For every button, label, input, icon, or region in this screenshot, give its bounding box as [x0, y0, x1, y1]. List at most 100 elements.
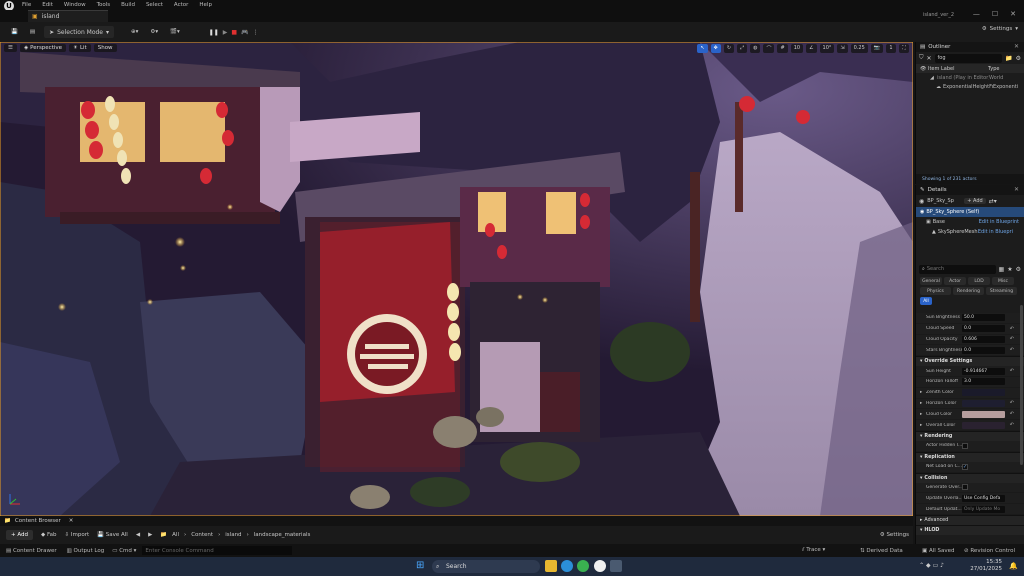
- translate-tool-icon[interactable]: ✥: [710, 44, 721, 53]
- chrome-icon[interactable]: [577, 560, 589, 572]
- selection-mode-button[interactable]: ➤ Selection Mode ▾: [44, 26, 115, 38]
- cat-all[interactable]: All: [920, 297, 932, 305]
- content-drawer-button[interactable]: ▤ Content Drawer: [6, 548, 57, 554]
- section-override[interactable]: ▾ Override Settings: [916, 356, 1024, 367]
- save-all-button[interactable]: 💾 Save All: [97, 532, 128, 538]
- color-swatch[interactable]: [962, 410, 1005, 418]
- maximize-button[interactable]: ☐: [992, 10, 998, 18]
- taskbar-clock[interactable]: 15:35 27/01/2025: [970, 559, 1002, 573]
- trace-button[interactable]: ⫽ Trace ▾: [802, 547, 825, 554]
- checkbox-checked[interactable]: ✓: [962, 463, 968, 470]
- rotate-tool-icon[interactable]: ↻: [723, 44, 735, 53]
- prop-value[interactable]: 0.606: [962, 335, 1005, 343]
- cat-actor[interactable]: Actor: [944, 277, 966, 285]
- fab-button[interactable]: ◆ Fab: [41, 532, 57, 538]
- prop-value[interactable]: 0.0: [962, 346, 1005, 354]
- component-row[interactable]: ▲ SkySphereMesh Edit in Bluepri: [916, 227, 1024, 237]
- scale-snap-icon[interactable]: ⇲: [837, 44, 848, 53]
- angle-snap-icon[interactable]: ∠: [806, 44, 817, 53]
- derived-data-button[interactable]: ⇅ Derived Data: [860, 548, 903, 554]
- level-viewport[interactable]: ☰ ◈ Perspective ☀ Lit Show ↖ ✥ ↻ ⤢ ◍ ⌒ # 1…: [0, 42, 913, 516]
- file-explorer-icon[interactable]: [545, 560, 557, 572]
- outliner-row[interactable]: ☁ ExponentialHeightFog Exponenti: [916, 82, 1024, 91]
- section-hlod[interactable]: ▾ HLOD: [916, 524, 1024, 535]
- cat-rendering[interactable]: Rendering: [953, 287, 984, 295]
- section-advanced[interactable]: ▸ Advanced: [916, 514, 1024, 525]
- close-icon[interactable]: ✕: [1014, 186, 1019, 193]
- cat-misc[interactable]: Misc: [992, 277, 1014, 285]
- prop-value[interactable]: 0.0: [962, 325, 1005, 333]
- menu-build[interactable]: Build: [121, 2, 135, 8]
- col-type[interactable]: Type: [988, 66, 999, 72]
- clear-search-icon[interactable]: ✕: [927, 55, 932, 62]
- tray-icons[interactable]: ⌃ ◆ ▭ ♪: [919, 562, 944, 569]
- add-button[interactable]: + Add: [6, 530, 34, 540]
- add-folder-icon[interactable]: 📁: [1005, 55, 1012, 62]
- play-icon[interactable]: ▶: [223, 29, 228, 36]
- menu-tools[interactable]: Tools: [97, 2, 111, 8]
- close-icon[interactable]: ✕: [69, 518, 74, 524]
- camera-speed-icon[interactable]: 📷: [870, 44, 883, 53]
- menu-help[interactable]: Help: [199, 2, 212, 8]
- menu-file[interactable]: File: [22, 2, 31, 8]
- prop-value[interactable]: 50.0: [962, 314, 1005, 322]
- breadcrumb-item[interactable]: island: [225, 532, 241, 538]
- component-row[interactable]: ▣ Base Edit in Blueprint: [916, 217, 1024, 227]
- menu-window[interactable]: Window: [64, 2, 86, 8]
- viewport-menu-button[interactable]: ☰: [4, 44, 17, 52]
- col-item-label[interactable]: Item Label: [928, 66, 988, 72]
- star-icon[interactable]: ★: [1007, 266, 1012, 273]
- cinematics-icon[interactable]: 🎬▾: [167, 26, 183, 38]
- lit-button[interactable]: ☀ Lit: [69, 44, 91, 52]
- cat-general[interactable]: General: [920, 277, 942, 285]
- reset-icon[interactable]: ↶: [1010, 368, 1014, 374]
- import-button[interactable]: ⇩ Import: [65, 532, 90, 538]
- world-space-icon[interactable]: ◍: [750, 44, 761, 53]
- edit-blueprint-link[interactable]: Edit in Blueprint: [979, 219, 1019, 225]
- filter-icon[interactable]: ⛉: [919, 54, 924, 62]
- cat-physics[interactable]: Physics: [920, 287, 951, 295]
- revision-control-button[interactable]: ⊘ Revision Control: [964, 548, 1015, 554]
- close-button[interactable]: ✕: [1010, 10, 1016, 18]
- windows-start-icon[interactable]: ⊞: [416, 561, 424, 571]
- console-input[interactable]: Enter Console Command: [142, 546, 293, 555]
- section-replication[interactable]: ▾ Replication: [916, 451, 1024, 462]
- edit-blueprint-link[interactable]: Edit in Bluepri: [978, 229, 1013, 235]
- checkbox[interactable]: [962, 484, 968, 491]
- show-button[interactable]: Show: [93, 44, 117, 52]
- menu-edit[interactable]: Edit: [42, 2, 53, 8]
- maximize-viewport-icon[interactable]: ⛶: [899, 44, 909, 53]
- reset-icon[interactable]: ↶: [1010, 422, 1014, 428]
- menu-select[interactable]: Select: [146, 2, 163, 8]
- color-swatch[interactable]: [962, 389, 1005, 397]
- more-options-icon[interactable]: ⋮: [253, 29, 259, 36]
- cmd-dropdown[interactable]: ▭ Cmd ▾: [112, 548, 136, 554]
- blueprint-icon[interactable]: ⚙▾: [147, 26, 161, 38]
- prop-dropdown[interactable]: Use Config Defa: [962, 494, 1005, 502]
- settings-button[interactable]: ⚙ Settings ▾: [982, 26, 1018, 32]
- component-self[interactable]: ◉ BP_Sky_Sphere (Self): [916, 207, 1024, 217]
- grid-snap-icon[interactable]: #: [777, 44, 788, 53]
- table-view-icon[interactable]: ▦: [999, 266, 1005, 273]
- content-browser-tab[interactable]: 📁 Content Browser ✕: [0, 516, 913, 526]
- color-swatch[interactable]: [962, 421, 1005, 429]
- prop-value[interactable]: 3.0: [962, 378, 1005, 386]
- checkbox[interactable]: [962, 442, 968, 449]
- details-scrollbar[interactable]: [1020, 305, 1023, 465]
- app-icon[interactable]: [610, 560, 622, 572]
- camera-speed-value[interactable]: 1: [886, 44, 896, 53]
- reset-icon[interactable]: ↶: [1010, 336, 1014, 342]
- section-rendering[interactable]: ▾ Rendering: [916, 430, 1024, 441]
- edge-browser-icon[interactable]: [561, 560, 573, 572]
- cat-lod[interactable]: LOD: [968, 277, 990, 285]
- notification-bell-icon[interactable]: 🔔: [1009, 562, 1018, 570]
- color-swatch[interactable]: [962, 399, 1005, 407]
- visibility-icon[interactable]: 👁: [920, 66, 928, 72]
- breadcrumb-item[interactable]: Content: [191, 532, 213, 538]
- reset-icon[interactable]: ↶: [1010, 326, 1014, 332]
- content-icon[interactable]: ▤: [27, 26, 38, 38]
- eject-icon[interactable]: 🎮: [241, 29, 248, 36]
- scale-tool-icon[interactable]: ⤢: [737, 44, 748, 53]
- cb-settings-button[interactable]: ⚙ Settings: [880, 532, 909, 538]
- prop-dropdown[interactable]: Only Update Mo: [962, 505, 1005, 513]
